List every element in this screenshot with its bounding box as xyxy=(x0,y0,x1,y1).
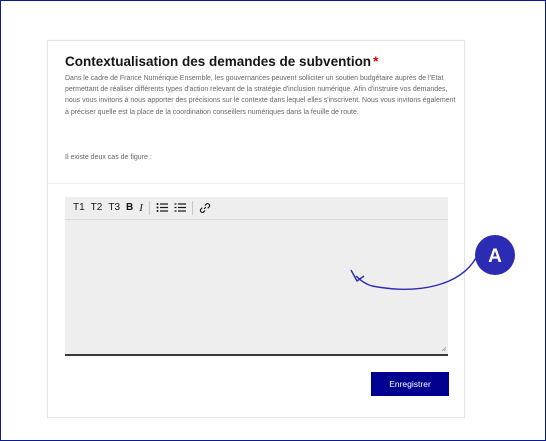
section-title-text: Contextualisation des demandes de subven… xyxy=(65,54,372,69)
toolbar-separator xyxy=(148,201,150,215)
heading-3-button[interactable]: T3 xyxy=(105,197,123,219)
ordered-list-button[interactable] xyxy=(171,197,189,219)
link-icon xyxy=(199,203,211,213)
bullet-list-button[interactable] xyxy=(153,197,171,219)
bullet-list-icon xyxy=(156,203,168,212)
section-description: Dans le cadre de France Numérique Ensemb… xyxy=(65,75,456,116)
toolbar-separator xyxy=(191,201,193,215)
required-marker: * xyxy=(373,54,379,69)
heading-2-button[interactable]: T2 xyxy=(88,197,106,219)
content-fade-overlay xyxy=(48,159,464,189)
bold-button[interactable]: B xyxy=(123,197,136,219)
link-button[interactable] xyxy=(196,197,214,219)
subvention-context-card: Contextualisation des demandes de subven… xyxy=(47,40,465,418)
resize-handle-icon[interactable] xyxy=(441,346,447,352)
context-textarea[interactable] xyxy=(65,220,448,354)
heading-1-button[interactable]: T1 xyxy=(70,197,88,219)
ordered-list-icon xyxy=(174,203,186,212)
save-button[interactable]: Enregistrer xyxy=(371,372,449,396)
rich-text-editor: T1 T2 T3 B I xyxy=(65,197,448,356)
editor-toolbar: T1 T2 T3 B I xyxy=(65,197,448,220)
italic-button[interactable]: I xyxy=(136,197,146,219)
section-title: Contextualisation des demandes de subven… xyxy=(65,54,455,69)
content-divider xyxy=(48,183,464,184)
